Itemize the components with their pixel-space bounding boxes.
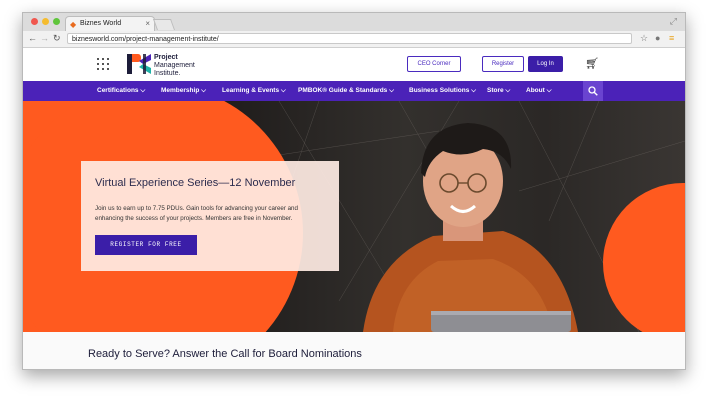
ceo-corner-button[interactable]: CEO Corner (407, 56, 461, 72)
promo-title: Virtual Experience Series—12 November (95, 177, 296, 189)
grid-icon[interactable] (97, 58, 109, 70)
star-icon[interactable]: ☆ (640, 33, 648, 44)
pmi-logo[interactable] (127, 53, 151, 75)
nav-item-pmbok-guide[interactable]: PMBOK® Guide & Standards ⌵ (298, 87, 394, 95)
menu-icon[interactable]: ≡ (669, 33, 674, 43)
login-button[interactable]: Log In (528, 56, 563, 72)
address-bar: ← → ↻ biznesworld.com/project-management… (23, 31, 685, 48)
register-for-free-button[interactable]: REGISTER FOR FREE (95, 235, 197, 255)
site-header: Project Management Institute. CEO Corner… (23, 48, 685, 81)
nav-item-learning-events[interactable]: Learning & Events ⌵ (222, 87, 286, 95)
nav-item-business-solutions[interactable]: Business Solutions ⌵ (409, 87, 476, 95)
new-tab-button[interactable] (152, 19, 176, 30)
url-field[interactable]: biznesworld.com/project-management-insti… (67, 33, 632, 44)
cart-icon[interactable]: 🛒︎ (585, 57, 599, 70)
mic-icon[interactable]: ● (655, 33, 660, 43)
search-icon (588, 86, 598, 96)
tab-title: Biznes World (80, 20, 122, 27)
hero-photo-person (363, 123, 578, 332)
nav-item-store[interactable]: Store ⌵ (487, 87, 510, 95)
hero-banner: Virtual Experience Series—12 November Jo… (23, 101, 685, 332)
close-window-icon[interactable] (31, 18, 38, 25)
webpage: Project Management Institute. CEO Corner… (23, 48, 685, 369)
back-arrow-icon[interactable]: ← (28, 33, 37, 43)
search-button[interactable] (583, 81, 603, 101)
maximize-window-icon[interactable] (53, 18, 60, 25)
section-headline[interactable]: Ready to Serve? Answer the Call for Boar… (88, 348, 362, 360)
browser-tab[interactable]: ◆ Biznes World × (65, 16, 155, 32)
nav-item-about[interactable]: About ⌵ (526, 87, 552, 95)
fullscreen-icon[interactable]: ⤢ (670, 16, 677, 27)
forward-arrow-icon[interactable]: → (40, 33, 49, 43)
promo-description: Join us to earn up to 7.75 PDUs. Gain to… (95, 205, 298, 222)
minimize-window-icon[interactable] (42, 18, 49, 25)
content-section: Ready to Serve? Answer the Call for Boar… (23, 332, 685, 369)
tab-strip: ◆ Biznes World × ⤢ (23, 13, 685, 32)
promo-card: Virtual Experience Series—12 November Jo… (81, 161, 339, 271)
main-nav: Certifications ⌵ Membership ⌵ Learning &… (23, 81, 685, 101)
browser-window: ◆ Biznes World × ⤢ ← → ↻ biznesworld.com… (22, 12, 686, 370)
favicon-icon: ◆ (70, 20, 77, 29)
nav-item-membership[interactable]: Membership ⌵ (161, 87, 206, 95)
register-button[interactable]: Register (482, 56, 524, 72)
brand-name: Project Management Institute. (154, 54, 195, 77)
reload-icon[interactable]: ↻ (53, 33, 61, 44)
nav-item-certifications[interactable]: Certifications ⌵ (97, 87, 145, 95)
tab-close-icon[interactable]: × (145, 19, 150, 28)
